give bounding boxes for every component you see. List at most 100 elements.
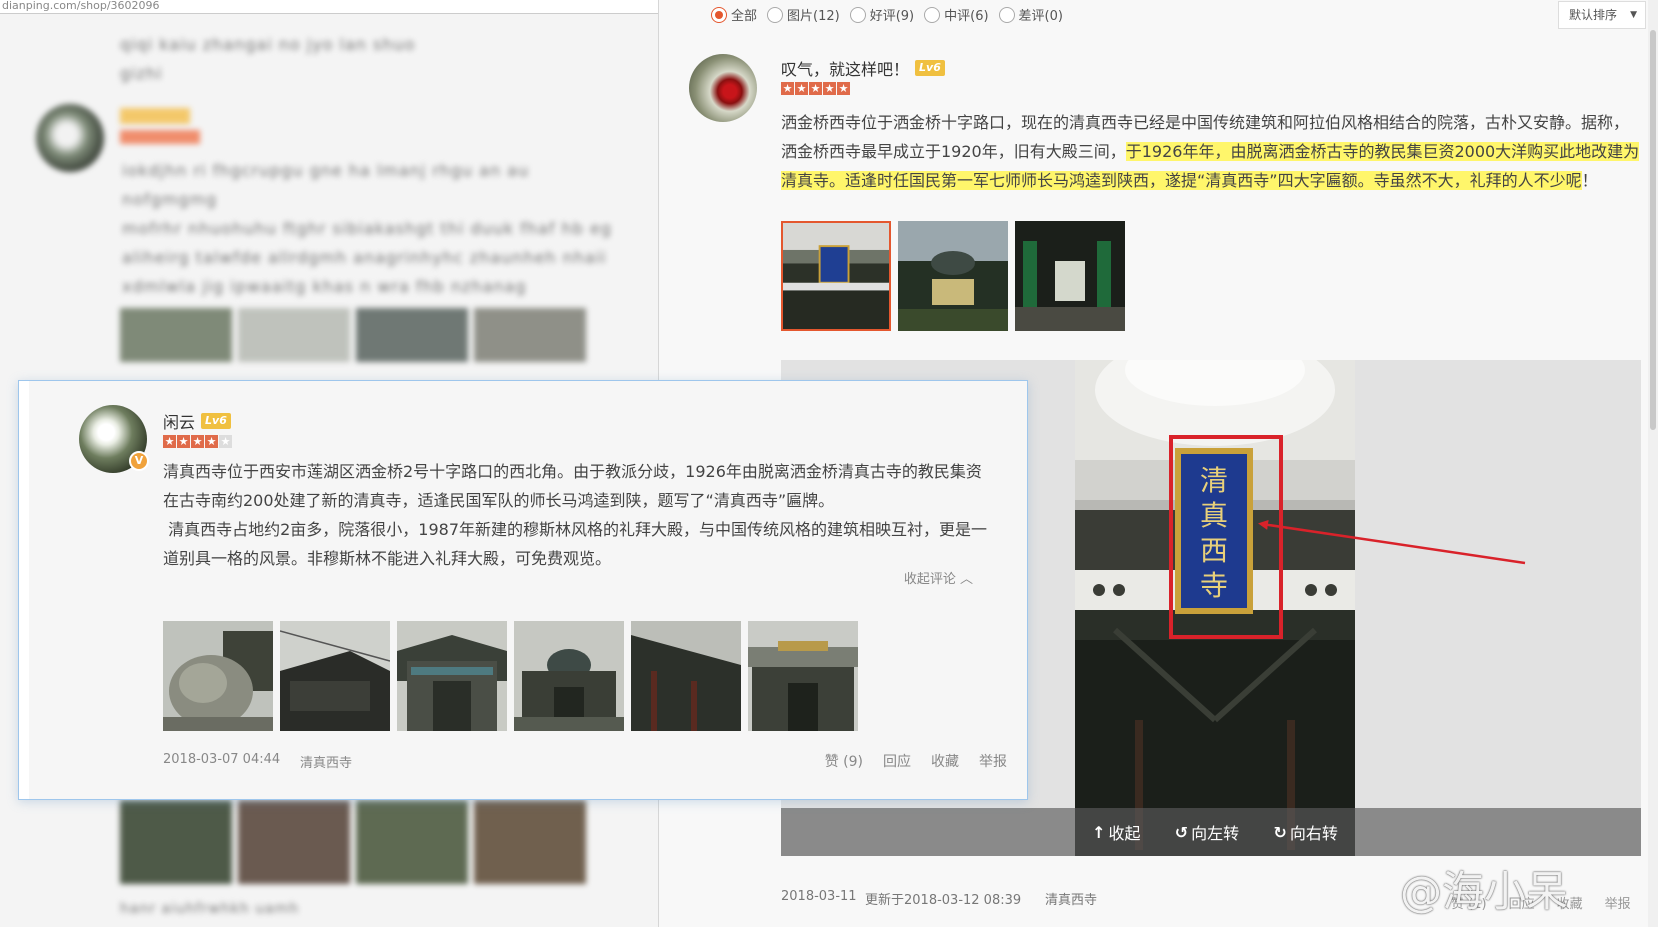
photo-thumbnail[interactable] xyxy=(898,221,1008,331)
rotate-left-button[interactable]: ↺ 向左转 xyxy=(1175,820,1239,844)
filter-label: 好评(9) xyxy=(869,9,915,24)
review-text: 清真西寺位于西安市莲湖区洒金桥2号十字路口的西北角。由于教派分歧，1926年由脱… xyxy=(163,457,993,573)
user-name[interactable]: 叹气，就这样吧！ xyxy=(781,56,909,80)
plaque-char: 寺 xyxy=(1200,569,1228,602)
star-icon: ★ xyxy=(823,82,836,95)
chevron-down-icon: ▼ xyxy=(1630,10,1637,20)
blurred-thumb xyxy=(238,308,350,362)
filter-neutral[interactable]: 中评(6) xyxy=(924,5,989,24)
rating-stars: ★ ★ ★ ★ ★ xyxy=(163,435,232,448)
review-filter-bar: 全部 图片(12) 好评(9) 中评(6) 差评(0) xyxy=(711,5,1063,24)
radio-selected-icon[interactable] xyxy=(711,6,727,23)
plaque-char: 西 xyxy=(1200,534,1228,567)
star-icon: ★ xyxy=(837,82,850,95)
photo-thumbnail[interactable] xyxy=(163,621,273,731)
filter-label: 图片(12) xyxy=(787,9,840,24)
review-paragraph: 清真西寺占地约2亩多，院落很小，1987年新建的穆斯林风格的礼拜大殿，与中国传统… xyxy=(163,520,987,568)
photo-thumbnail-selected[interactable] xyxy=(781,221,891,331)
shop-link[interactable]: 清真西寺 xyxy=(300,752,352,771)
avatar[interactable]: V xyxy=(79,405,149,473)
review-text: 洒金桥西寺位于洒金桥十字路口，现在的清真西寺已经是中国传统建筑和阿拉伯风格相结合… xyxy=(781,108,1641,195)
user-name[interactable]: 闲云 xyxy=(163,409,195,433)
enlarged-photo[interactable]: 清 真 西 寺 xyxy=(1075,360,1355,856)
star-icon: ★ xyxy=(163,435,176,448)
photo-thumbnail[interactable] xyxy=(631,621,741,731)
highlighted-text: 适逢时任国民第一军七师师长马鸿逵到陕西，遂提“清真西寺”四大字匾额。寺虽然不大，… xyxy=(845,171,1582,190)
blurred-stars xyxy=(120,130,200,144)
star-empty-icon: ★ xyxy=(219,435,232,448)
watermark: @海小呆 xyxy=(1400,867,1569,916)
collapse-review-button[interactable]: 收起评论 ︿ xyxy=(904,568,973,587)
scrollbar[interactable] xyxy=(1648,0,1658,927)
photo-thumbnail[interactable] xyxy=(280,621,390,731)
shop-link[interactable]: 清真西寺 xyxy=(1045,889,1097,908)
filter-label: 差评(0) xyxy=(1018,9,1063,24)
avatar[interactable] xyxy=(689,54,757,122)
popup-review-body: V 闲云 Lv6 ★ ★ ★ ★ ★ 清真西寺位于西安市莲湖区洒金桥2号十字路口的西北角… xyxy=(29,381,1027,799)
sort-dropdown[interactable]: 默认排序 ▼ xyxy=(1558,1,1646,29)
photo-thumbnail[interactable] xyxy=(1015,221,1125,331)
plaque-char: 真 xyxy=(1200,499,1228,532)
radio-icon[interactable] xyxy=(767,6,784,23)
review-date: 2018-03-11 xyxy=(781,889,857,904)
favorite-button[interactable]: 收藏 xyxy=(931,751,959,771)
star-icon: ★ xyxy=(809,82,822,95)
sort-label: 默认排序 xyxy=(1569,8,1618,22)
star-icon: ★ xyxy=(781,82,794,95)
review-photo-row xyxy=(163,621,858,731)
button-label: 向左转 xyxy=(1191,824,1240,843)
blurred-username xyxy=(120,108,190,124)
photo-thumbnail[interactable] xyxy=(748,621,858,731)
collapse-label: 收起评论 xyxy=(903,572,956,587)
blurred-header-text: qiqi kaiu zhangai no jyo lan shuo gizhi xyxy=(120,35,416,83)
filter-label: 全部 xyxy=(731,9,758,24)
viewer-actions: ↑ 收起 ↺ 向左转 ↻ 向右转 xyxy=(1075,808,1355,856)
blurred-avatar xyxy=(36,104,104,172)
radio-icon[interactable] xyxy=(998,6,1015,23)
star-icon: ★ xyxy=(177,435,190,448)
filter-negative[interactable]: 差评(0) xyxy=(998,5,1063,24)
rotate-right-button[interactable]: ↻ 向右转 xyxy=(1273,820,1337,844)
button-label: 收起 xyxy=(1108,824,1141,843)
review-author: 叹气，就这样吧！ Lv6 xyxy=(781,56,945,80)
address-bar[interactable]: dianping.com/shop/3602096 xyxy=(0,0,660,14)
blurred-thumb xyxy=(474,308,586,362)
collapse-photo-button[interactable]: ↑ 收起 xyxy=(1092,820,1140,844)
rotate-left-icon: ↺ xyxy=(1174,822,1189,842)
blurred-line: mofrhr nhuohuhu ftghr sibiakashgt thi du… xyxy=(122,219,612,238)
review-updated: 更新于2018-03-12 08:39 xyxy=(865,893,1022,908)
photo-thumbnail[interactable] xyxy=(397,621,507,731)
report-button[interactable]: 举报 xyxy=(979,751,1007,771)
scrollbar-thumb[interactable] xyxy=(1650,30,1656,430)
radio-icon[interactable] xyxy=(924,6,941,23)
photo-thumbnail[interactable] xyxy=(514,621,624,731)
popup-review-card: V 闲云 Lv6 ★ ★ ★ ★ ★ 清真西寺位于西安市莲湖区洒金桥2号十字路口的西北角… xyxy=(18,380,1028,800)
blurred-review-text: iokdjhn ri fhgcrupgu gne ha lmanj rhgu a… xyxy=(122,156,622,301)
blurred-footer-text: hanr aiuhfrwhkh uamh xyxy=(120,901,300,917)
reply-button[interactable]: 回应 xyxy=(883,751,911,771)
chevron-up-icon: ︿ xyxy=(959,572,973,587)
report-button[interactable]: 举报 xyxy=(1605,893,1631,912)
review-photo-row xyxy=(781,221,1125,331)
star-icon: ★ xyxy=(795,82,808,95)
review-paragraph: 清真西寺位于西安市莲湖区洒金桥2号十字路口的西北角。由于教派分歧，1926年由脱… xyxy=(163,462,982,510)
radio-icon[interactable] xyxy=(849,6,866,23)
blurred-line: aliheirg talwfde allrdgmh anagrinhyhc zh… xyxy=(122,248,607,267)
star-icon: ★ xyxy=(191,435,204,448)
filter-all[interactable]: 全部 xyxy=(711,5,757,24)
filter-positive[interactable]: 好评(9) xyxy=(849,5,915,24)
level-badge: Lv6 xyxy=(915,60,945,76)
verified-badge: V xyxy=(129,451,149,471)
blurred-thumb xyxy=(120,308,232,362)
blurred-thumb xyxy=(356,308,468,362)
like-button[interactable]: 赞 (9) xyxy=(825,751,863,771)
filter-photos[interactable]: 图片(12) xyxy=(767,5,840,24)
arrow-up-icon: ↑ xyxy=(1092,822,1106,842)
blurred-thumb xyxy=(120,800,232,884)
level-badge: Lv6 xyxy=(201,413,231,429)
rating-stars: ★ ★ ★ ★ ★ xyxy=(781,82,850,95)
blurred-thumb xyxy=(356,800,468,884)
filter-label: 中评(6) xyxy=(944,9,989,24)
review-date: 2018-03-07 04:44 xyxy=(163,752,281,767)
review-actions: 赞 (9) 回应 收藏 举报 xyxy=(825,751,1007,771)
